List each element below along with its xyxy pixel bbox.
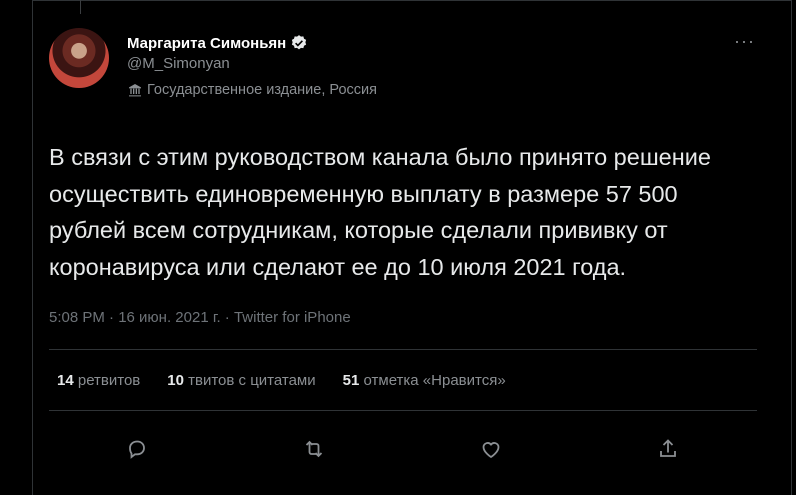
government-label-icon xyxy=(129,84,141,97)
avatar[interactable] xyxy=(49,28,109,88)
author-handle[interactable]: @M_Simonyan xyxy=(127,55,377,72)
retweet-button[interactable] xyxy=(302,437,328,463)
likes-count: 51 xyxy=(342,371,360,389)
state-media-label[interactable]: Государственное издание, Россия xyxy=(127,82,377,98)
tweet: Маргарита Симоньян @M_Simonyan Государст… xyxy=(49,25,765,471)
author-info: Маргарита Симоньян @M_Simonyan Государст… xyxy=(127,33,377,99)
tweet-meta[interactable]: 5:08 PM · 16 июн. 2021 г. · Twitter for … xyxy=(49,309,765,326)
likes-label: отметка «Нравится» xyxy=(363,371,506,389)
heart-icon xyxy=(482,442,499,459)
quotes-stat[interactable]: 10 твитов с цитатами xyxy=(167,372,315,389)
like-button[interactable] xyxy=(479,437,505,463)
retweet-icon xyxy=(305,440,322,458)
author-name[interactable]: Маргарита Симоньян xyxy=(127,35,286,52)
name-row: Маргарита Симоньян xyxy=(127,33,377,53)
retweets-stat[interactable]: 14 ретвитов xyxy=(57,372,140,389)
tweet-text: В связи с этим руководством канала было … xyxy=(49,144,711,280)
share-button[interactable] xyxy=(656,437,682,463)
likes-stat[interactable]: 51 отметка «Нравится» xyxy=(343,372,506,389)
thread-line xyxy=(80,0,81,14)
tweet-actions xyxy=(49,411,757,471)
more-icon[interactable]: ··· xyxy=(734,31,755,52)
tweet-header: Маргарита Симоньян @M_Simonyan Государст… xyxy=(49,25,765,99)
reply-button[interactable] xyxy=(125,437,151,463)
quotes-count: 10 xyxy=(167,371,184,389)
share-icon xyxy=(659,439,676,457)
retweets-label: ретвитов xyxy=(77,371,141,389)
retweets-count: 14 xyxy=(57,371,74,389)
state-media-label-text: Государственное издание, Россия xyxy=(147,82,377,98)
reply-icon xyxy=(128,440,145,459)
quotes-label: твитов с цитатами xyxy=(188,371,316,389)
tweet-stats: 14 ретвитов 10 твитов с цитатами 51 отме… xyxy=(57,350,765,410)
verified-badge-icon xyxy=(292,35,307,50)
